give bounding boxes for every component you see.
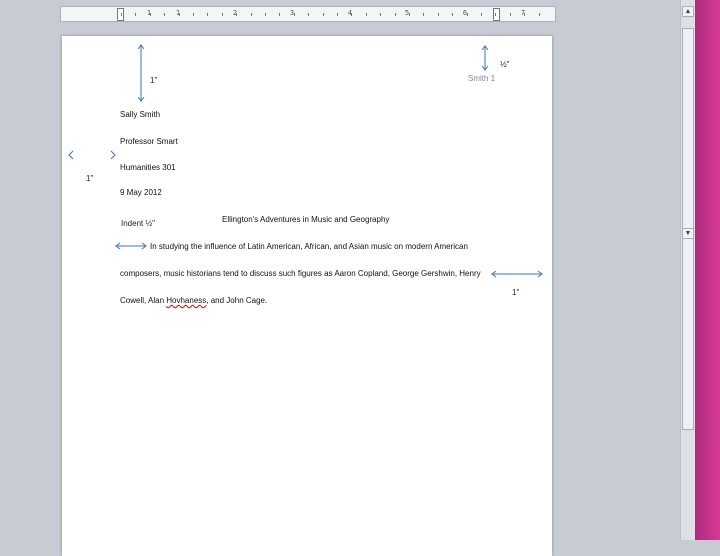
top-margin-arrow [137,44,145,102]
accent-stripe [695,0,720,540]
scroll-up-arrow-icon[interactable]: ▲ [682,6,694,17]
margin-arrows [68,44,543,278]
vertical-scrollbar[interactable]: ▲ ▼ [680,0,695,540]
header-margin-arrow [481,45,489,71]
scroll-down-arrow-icon[interactable]: ▼ [682,228,694,239]
right-margin-arrow [491,270,543,278]
left-margin-arrow [68,150,116,160]
indent-arrow [115,242,147,250]
